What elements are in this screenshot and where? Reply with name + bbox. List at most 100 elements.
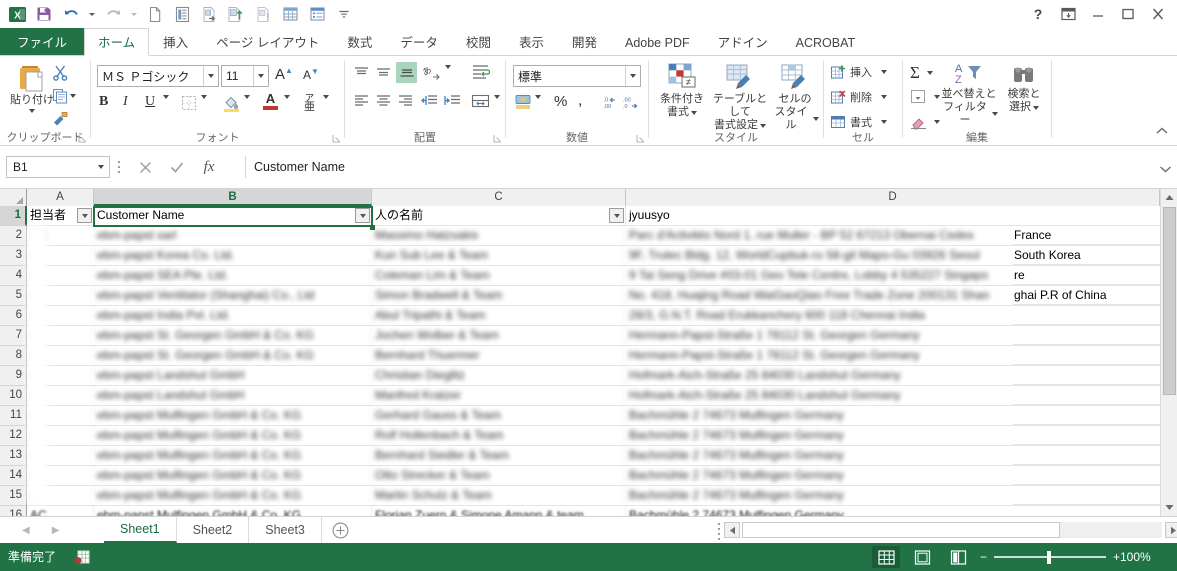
zoom-control[interactable]: − +: [980, 543, 1120, 571]
delete-cells-button[interactable]: 削除: [830, 89, 887, 105]
row-header-13[interactable]: 13: [0, 446, 27, 466]
clear-button[interactable]: [910, 114, 940, 130]
sheet-tab-sheet1[interactable]: Sheet1: [104, 517, 177, 543]
close-button[interactable]: [1143, 1, 1173, 27]
cell-c9[interactable]: Christian Dieglitz: [372, 366, 626, 385]
tab-view[interactable]: 表示: [505, 28, 558, 56]
excel-app-icon[interactable]: X: [4, 2, 30, 26]
fill-button[interactable]: [910, 89, 940, 105]
percent-format-button[interactable]: %: [554, 93, 567, 110]
name-box[interactable]: B1: [6, 156, 110, 178]
merge-dropdown-icon[interactable]: [494, 95, 500, 117]
expand-formula-bar-icon[interactable]: [1159, 161, 1172, 179]
table-row[interactable]: A ebm-papst India Pvt. Ltd. Abul Tripath…: [27, 306, 1160, 326]
font-dialog-launcher[interactable]: [332, 134, 341, 143]
table-row[interactable]: AC ebm-papst sarl Massimo Hatzsakis Parc…: [27, 226, 1160, 246]
table-row[interactable]: A ebm-papst Mulfingen GmbH & Co. KG Gerh…: [27, 406, 1160, 426]
zoom-slider-thumb[interactable]: [1047, 551, 1052, 564]
zoom-slider[interactable]: [994, 550, 1107, 564]
decrease-indent-button[interactable]: [420, 94, 438, 113]
font-size-combo[interactable]: 11: [221, 65, 269, 87]
scroll-down-button[interactable]: [1161, 499, 1177, 516]
orientation-dropdown-icon[interactable]: [445, 65, 451, 87]
horizontal-scrollbar[interactable]: [718, 519, 1177, 543]
format-cells-button[interactable]: 書式: [830, 114, 887, 130]
font-size-dropdown-icon[interactable]: [253, 66, 268, 86]
filter-dropdown-a[interactable]: [77, 208, 92, 223]
spreadsheet-grid[interactable]: A B C D 1 2 3 4 5 6 7 8 9 10 11 12 13 14…: [0, 189, 1177, 516]
sheet-next-button[interactable]: ▶: [52, 525, 60, 536]
comma-format-button[interactable]: ,: [578, 92, 582, 110]
cell-c13[interactable]: Bernhard Siedler & Team: [372, 446, 626, 465]
fill-color-button[interactable]: [223, 94, 240, 117]
sheet-tab-sheet3[interactable]: Sheet3: [249, 517, 322, 543]
table-row[interactable]: A ebm-papst Mulfingen GmbH & Co. KG Mart…: [27, 486, 1160, 506]
cell-b7[interactable]: ebm-papst St. Georgen GmbH & Co. KG: [94, 326, 372, 345]
borders-dropdown-icon[interactable]: [201, 95, 207, 117]
cell-b16[interactable]: ebm-papst Mulfingen GmbH & Co. KG: [94, 506, 372, 516]
increase-indent-button[interactable]: [443, 94, 461, 113]
conditional-formatting-button[interactable]: ≠ 条件付き 書式: [655, 63, 709, 119]
vertical-scroll-thumb[interactable]: [1163, 207, 1176, 395]
help-button[interactable]: ?: [1023, 1, 1053, 27]
cell-b13[interactable]: ebm-papst Mulfingen GmbH & Co. KG: [94, 446, 372, 465]
sheet-tab-sheet2[interactable]: Sheet2: [177, 517, 250, 543]
undo-icon[interactable]: [58, 2, 84, 26]
decrease-decimal-button[interactable]: .00.0: [622, 95, 639, 115]
cell-b15[interactable]: ebm-papst Mulfingen GmbH & Co. KG: [94, 486, 372, 505]
phonetic-guide-button[interactable]: ァ亜: [304, 92, 315, 113]
import-icon[interactable]: [223, 2, 249, 26]
row-header-15[interactable]: 15: [0, 486, 27, 506]
undo-dropdown-icon[interactable]: [85, 2, 99, 26]
cell-b6[interactable]: ebm-papst India Pvt. Ltd.: [94, 306, 372, 325]
increase-font-size-button[interactable]: A▲: [275, 66, 293, 83]
tab-addins[interactable]: アドイン: [704, 28, 782, 56]
font-color-dropdown-icon[interactable]: [284, 95, 290, 117]
zoom-in-button[interactable]: +: [1113, 550, 1120, 564]
row-header-5[interactable]: 5: [0, 286, 27, 306]
table-row[interactable]: A ebm-papst Korea Co. Ltd. Kun Sub Lee &…: [27, 246, 1160, 266]
select-all-button[interactable]: [0, 189, 27, 206]
borders-button[interactable]: [181, 95, 197, 116]
accounting-format-button[interactable]: [514, 93, 532, 115]
row-header-8[interactable]: 8: [0, 346, 27, 366]
cell-b5[interactable]: ebm-papst Ventilator (Shanghai) Co., Ltd: [94, 286, 372, 305]
cell-c4[interactable]: Coleman Lim & Team: [372, 266, 626, 285]
clipboard-dialog-launcher[interactable]: [78, 134, 87, 143]
scrollbar-grip[interactable]: [718, 523, 721, 543]
cell-d16[interactable]: Bachmühle 2 74673 Mulfingen Germany: [626, 506, 1160, 516]
collapse-ribbon-button[interactable]: [1155, 123, 1169, 141]
font-name-dropdown-icon[interactable]: [203, 66, 218, 86]
row-header-10[interactable]: 10: [0, 386, 27, 406]
add-sheet-button[interactable]: [322, 517, 360, 543]
zoom-out-button[interactable]: −: [980, 550, 987, 564]
cell-c8[interactable]: Bernhard Thuermer: [372, 346, 626, 365]
cell-a16[interactable]: AC: [27, 506, 94, 516]
number-format-combo[interactable]: 標準: [513, 65, 641, 87]
scroll-right-button[interactable]: [1165, 522, 1177, 538]
table-row[interactable]: A ebm-papst Mulfingen GmbH & Co. KG Bern…: [27, 446, 1160, 466]
vertical-scrollbar[interactable]: [1160, 189, 1177, 516]
wrap-text-button[interactable]: [471, 64, 491, 86]
filter-dropdown-c[interactable]: [609, 208, 624, 223]
cell-c11[interactable]: Gerhard Gauss & Team: [372, 406, 626, 425]
phonetic-dropdown-icon[interactable]: [323, 95, 329, 117]
table-row[interactable]: A ebm-papst SEA Pte. Ltd. Coleman Lim & …: [27, 266, 1160, 286]
accounting-dropdown-icon[interactable]: [535, 95, 541, 117]
table-row[interactable]: A ebm-papst Landshut GmbH Christian Dieg…: [27, 366, 1160, 386]
tab-home[interactable]: ホーム: [84, 28, 150, 56]
cell-c16[interactable]: Florian Zuern & Simone Amann & team: [372, 506, 626, 516]
table-row[interactable]: A ebm-papst St. Georgen GmbH & Co. KG Be…: [27, 346, 1160, 366]
tab-acrobat[interactable]: ACROBAT: [782, 28, 870, 56]
cell-c12[interactable]: Rolf Hollenbach & Team: [372, 426, 626, 445]
align-center-button[interactable]: [375, 94, 392, 113]
format-as-table-button[interactable]: テーブルとして 書式設定: [711, 63, 769, 132]
copy-button[interactable]: [52, 88, 76, 104]
decrease-font-size-button[interactable]: A▼: [303, 67, 319, 82]
fill-color-dropdown-icon[interactable]: [244, 95, 250, 117]
merge-cells-button[interactable]: [471, 94, 490, 114]
report-icon[interactable]: [169, 2, 195, 26]
ribbon-display-options-button[interactable]: [1053, 1, 1083, 27]
zoom-level-label[interactable]: 100%: [1120, 543, 1151, 571]
horizontal-scroll-thumb[interactable]: [742, 522, 1060, 538]
